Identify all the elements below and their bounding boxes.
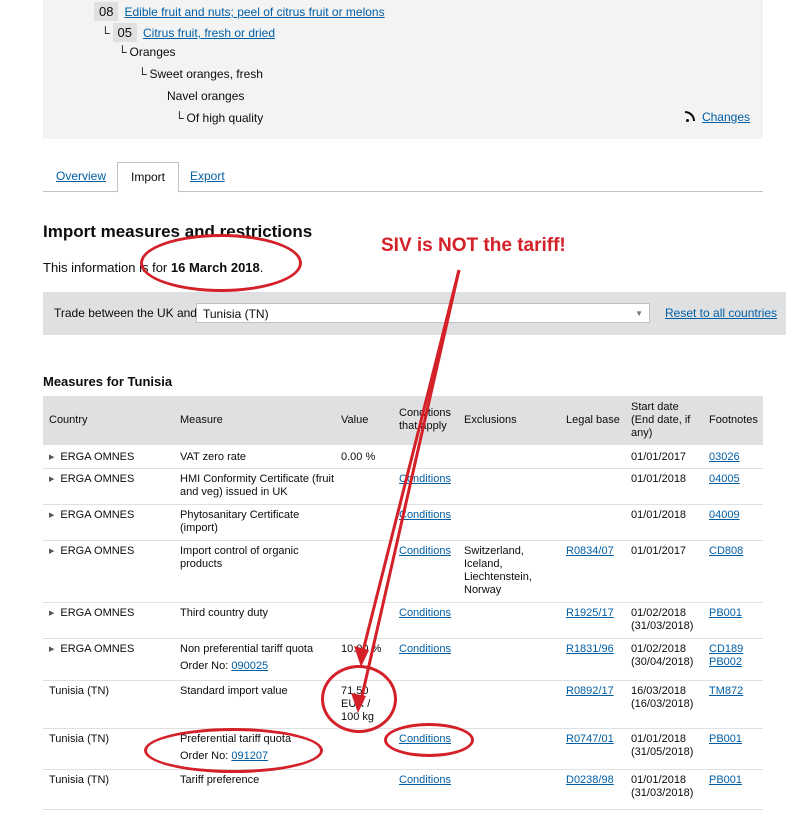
arrow-head-1 xyxy=(354,646,369,667)
siv-value-highlight-circle xyxy=(321,665,397,733)
quota-highlight-circle xyxy=(144,728,323,773)
arrow-line-2 xyxy=(358,269,461,706)
conditions-highlight-circle xyxy=(384,723,474,757)
annotation-arrow xyxy=(351,269,461,713)
date-highlight-circle xyxy=(140,234,302,292)
